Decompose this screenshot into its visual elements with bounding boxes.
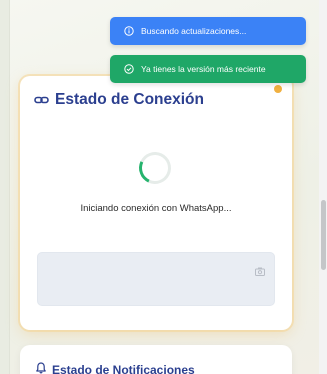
- connection-status-text: Iniciando conexión con WhatsApp...: [80, 203, 232, 214]
- info-circle-icon: [124, 26, 134, 36]
- sidebar-edge: [0, 0, 10, 374]
- camera-icon[interactable]: [255, 263, 265, 276]
- check-circle-icon: [124, 64, 134, 74]
- link-icon: [34, 95, 49, 105]
- qr-code-area: [37, 252, 275, 306]
- update-check-toast[interactable]: Buscando actualizaciones...: [110, 17, 306, 45]
- scrollbar[interactable]: [319, 0, 327, 374]
- scrollbar-thumb[interactable]: [321, 200, 326, 270]
- connection-card-header: Estado de Conexión: [34, 91, 204, 109]
- bell-icon: [36, 362, 46, 374]
- connection-card-title: Estado de Conexión: [55, 91, 204, 108]
- status-indicator-dot: [274, 85, 282, 93]
- up-to-date-toast-text: Ya tienes la versión más reciente: [141, 64, 266, 74]
- up-to-date-toast[interactable]: Ya tienes la versión más reciente: [110, 55, 306, 83]
- notifications-card-header: Estado de Notificaciones: [36, 362, 195, 374]
- update-check-toast-text: Buscando actualizaciones...: [141, 26, 247, 36]
- notifications-card-title: Estado de Notificaciones: [52, 362, 195, 374]
